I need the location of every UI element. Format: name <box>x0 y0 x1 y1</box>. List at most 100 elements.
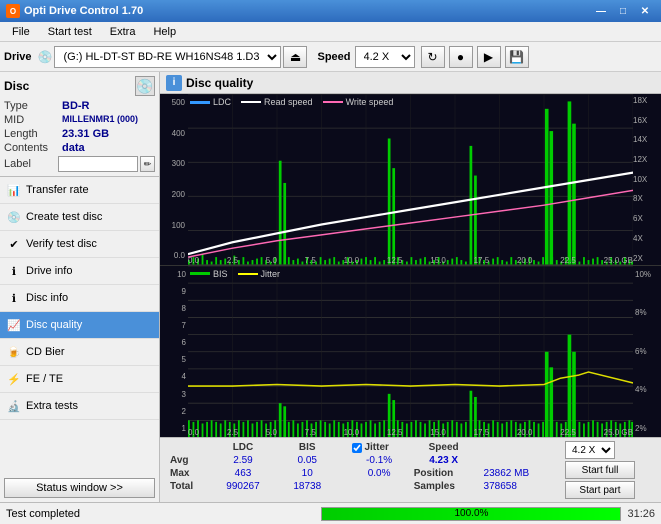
menu-start-test[interactable]: Start test <box>40 24 100 40</box>
verify-test-icon: ✔ <box>6 236 22 252</box>
app-title: Opti Drive Control 1.70 <box>24 5 143 17</box>
samples-value: 378658 <box>478 480 557 493</box>
progress-text: 100.0% <box>322 508 620 520</box>
disc-quality-header: i Disc quality <box>160 72 661 94</box>
stats-table: LDC BIS Jitter Speed Avg <box>166 441 557 493</box>
disc-quality-header-icon: i <box>166 75 182 91</box>
media-button[interactable]: ▶ <box>477 46 501 68</box>
nav-disc-quality[interactable]: 📈 Disc quality <box>0 312 159 339</box>
total-label: Total <box>166 480 209 493</box>
nav-drive-info-label: Drive info <box>26 265 72 277</box>
jitter-header-cell: Jitter <box>348 441 409 454</box>
nav-create-test-label: Create test disc <box>26 211 102 223</box>
bis-header: BIS <box>277 441 337 454</box>
speed-label: Speed <box>317 51 350 63</box>
app-icon: O <box>6 4 20 18</box>
menu-help[interactable]: Help <box>145 24 184 40</box>
nav-disc-info[interactable]: ℹ Disc info <box>0 285 159 312</box>
position-value: 23862 MB <box>478 467 557 480</box>
nav-create-test-disc[interactable]: 💿 Create test disc <box>0 204 159 231</box>
stats-area: LDC BIS Jitter Speed Avg <box>160 437 661 502</box>
disc-label-label: Label <box>4 158 58 170</box>
upper-x-axis: 0.02.55.07.510.012.515.017.520.022.525.0… <box>188 256 633 265</box>
legend-bis: BIS <box>213 269 228 279</box>
disc-section-title: Disc <box>4 79 29 93</box>
title-bar: O Opti Drive Control 1.70 — □ ✕ <box>0 0 661 22</box>
cd-bier-icon: 🍺 <box>6 344 22 360</box>
sidebar: Disc 💿 Type BD-R MID MILLENMR1 (000) Len… <box>0 72 160 502</box>
nav-disc-quality-label: Disc quality <box>26 319 82 331</box>
disc-button[interactable]: ● <box>449 46 473 68</box>
nav-cd-bier[interactable]: 🍺 CD Bier <box>0 339 159 366</box>
nav-transfer-rate-label: Transfer rate <box>26 184 89 196</box>
start-part-button[interactable]: Start part <box>565 481 635 499</box>
jitter-checkbox[interactable] <box>352 443 362 453</box>
drive-label: Drive <box>4 51 32 63</box>
lower-chart: BIS Jitter 10987654321 <box>160 266 661 438</box>
nav-drive-info[interactable]: ℹ Drive info <box>0 258 159 285</box>
disc-label-input[interactable] <box>58 156 138 172</box>
save-button[interactable]: 💾 <box>505 46 529 68</box>
upper-y-axis-left: 5004003002001000.0 <box>160 94 188 265</box>
menu-extra[interactable]: Extra <box>102 24 144 40</box>
max-jitter: 0.0% <box>348 467 409 480</box>
quality-speed-select[interactable]: 4.2 X <box>565 441 615 459</box>
legend-write-speed: Write speed <box>346 97 394 107</box>
total-ldc: 990267 <box>209 480 277 493</box>
nav-fe-te-label: FE / TE <box>26 373 63 385</box>
disc-section: Disc 💿 Type BD-R MID MILLENMR1 (000) Len… <box>0 72 159 177</box>
refresh-button[interactable]: ↻ <box>421 46 445 68</box>
contents-value: data <box>62 142 155 154</box>
nav-extra-tests[interactable]: 🔬 Extra tests <box>0 393 159 420</box>
samples-label: Samples <box>410 480 478 493</box>
disc-label-edit-button[interactable]: ✏ <box>140 156 155 172</box>
status-window-button[interactable]: Status window >> <box>4 478 155 498</box>
lower-x-axis: 0.02.55.07.510.012.515.017.520.022.525.0… <box>188 428 633 437</box>
ldc-header: LDC <box>209 441 277 454</box>
close-button[interactable]: ✕ <box>635 3 655 19</box>
chart-container: LDC Read speed Write speed 5004003002001… <box>160 94 661 437</box>
drive-info-icon: ℹ <box>6 263 22 279</box>
speed-header: Speed <box>410 441 478 454</box>
lower-y-axis-right: 10%8%6%4%2% <box>633 266 661 438</box>
maximize-button[interactable]: □ <box>613 3 633 19</box>
disc-quality-icon: 📈 <box>6 317 22 333</box>
nav-transfer-rate[interactable]: 📊 Transfer rate <box>0 177 159 204</box>
lower-chart-svg <box>188 266 633 438</box>
lower-chart-legend: BIS Jitter <box>190 269 280 279</box>
create-test-icon: 💿 <box>6 209 22 225</box>
nav-fe-te[interactable]: ⚡ FE / TE <box>0 366 159 393</box>
upper-chart: LDC Read speed Write speed 5004003002001… <box>160 94 661 266</box>
contents-label: Contents <box>4 142 62 154</box>
minimize-button[interactable]: — <box>591 3 611 19</box>
legend-jitter: Jitter <box>261 269 281 279</box>
nav-verify-test-disc[interactable]: ✔ Verify test disc <box>0 231 159 258</box>
status-bar: Test completed 100.0% 31:26 <box>0 502 661 524</box>
legend-ldc: LDC <box>213 97 231 107</box>
drive-select[interactable]: (G:) HL-DT-ST BD-RE WH16NS48 1.D3 <box>54 46 281 68</box>
fe-te-icon: ⚡ <box>6 371 22 387</box>
lower-y-axis-left: 10987654321 <box>160 266 188 438</box>
length-value: 23.31 GB <box>62 128 155 140</box>
avg-ldc: 2.59 <box>209 454 277 467</box>
start-full-button[interactable]: Start full <box>565 461 635 479</box>
transfer-rate-icon: 📊 <box>6 182 22 198</box>
disc-info-icon: ℹ <box>6 290 22 306</box>
upper-chart-legend: LDC Read speed Write speed <box>190 97 393 107</box>
extra-tests-icon: 🔬 <box>6 398 22 414</box>
length-label: Length <box>4 128 62 140</box>
eject-button[interactable]: ⏏ <box>283 46 307 68</box>
speed-select[interactable]: 4.2 X <box>355 46 415 68</box>
disc-graphic-icon: 💿 <box>135 76 155 96</box>
menu-file[interactable]: File <box>4 24 38 40</box>
nav-verify-test-label: Verify test disc <box>26 238 97 250</box>
nav-disc-info-label: Disc info <box>26 292 68 304</box>
max-bis: 10 <box>277 467 337 480</box>
avg-jitter: -0.1% <box>348 454 409 467</box>
max-label: Max <box>166 467 209 480</box>
status-time: 31:26 <box>627 508 655 520</box>
avg-bis: 0.05 <box>277 454 337 467</box>
type-value: BD-R <box>62 100 155 112</box>
speed-value: 4.23 X <box>410 454 478 467</box>
status-text: Test completed <box>6 508 315 520</box>
